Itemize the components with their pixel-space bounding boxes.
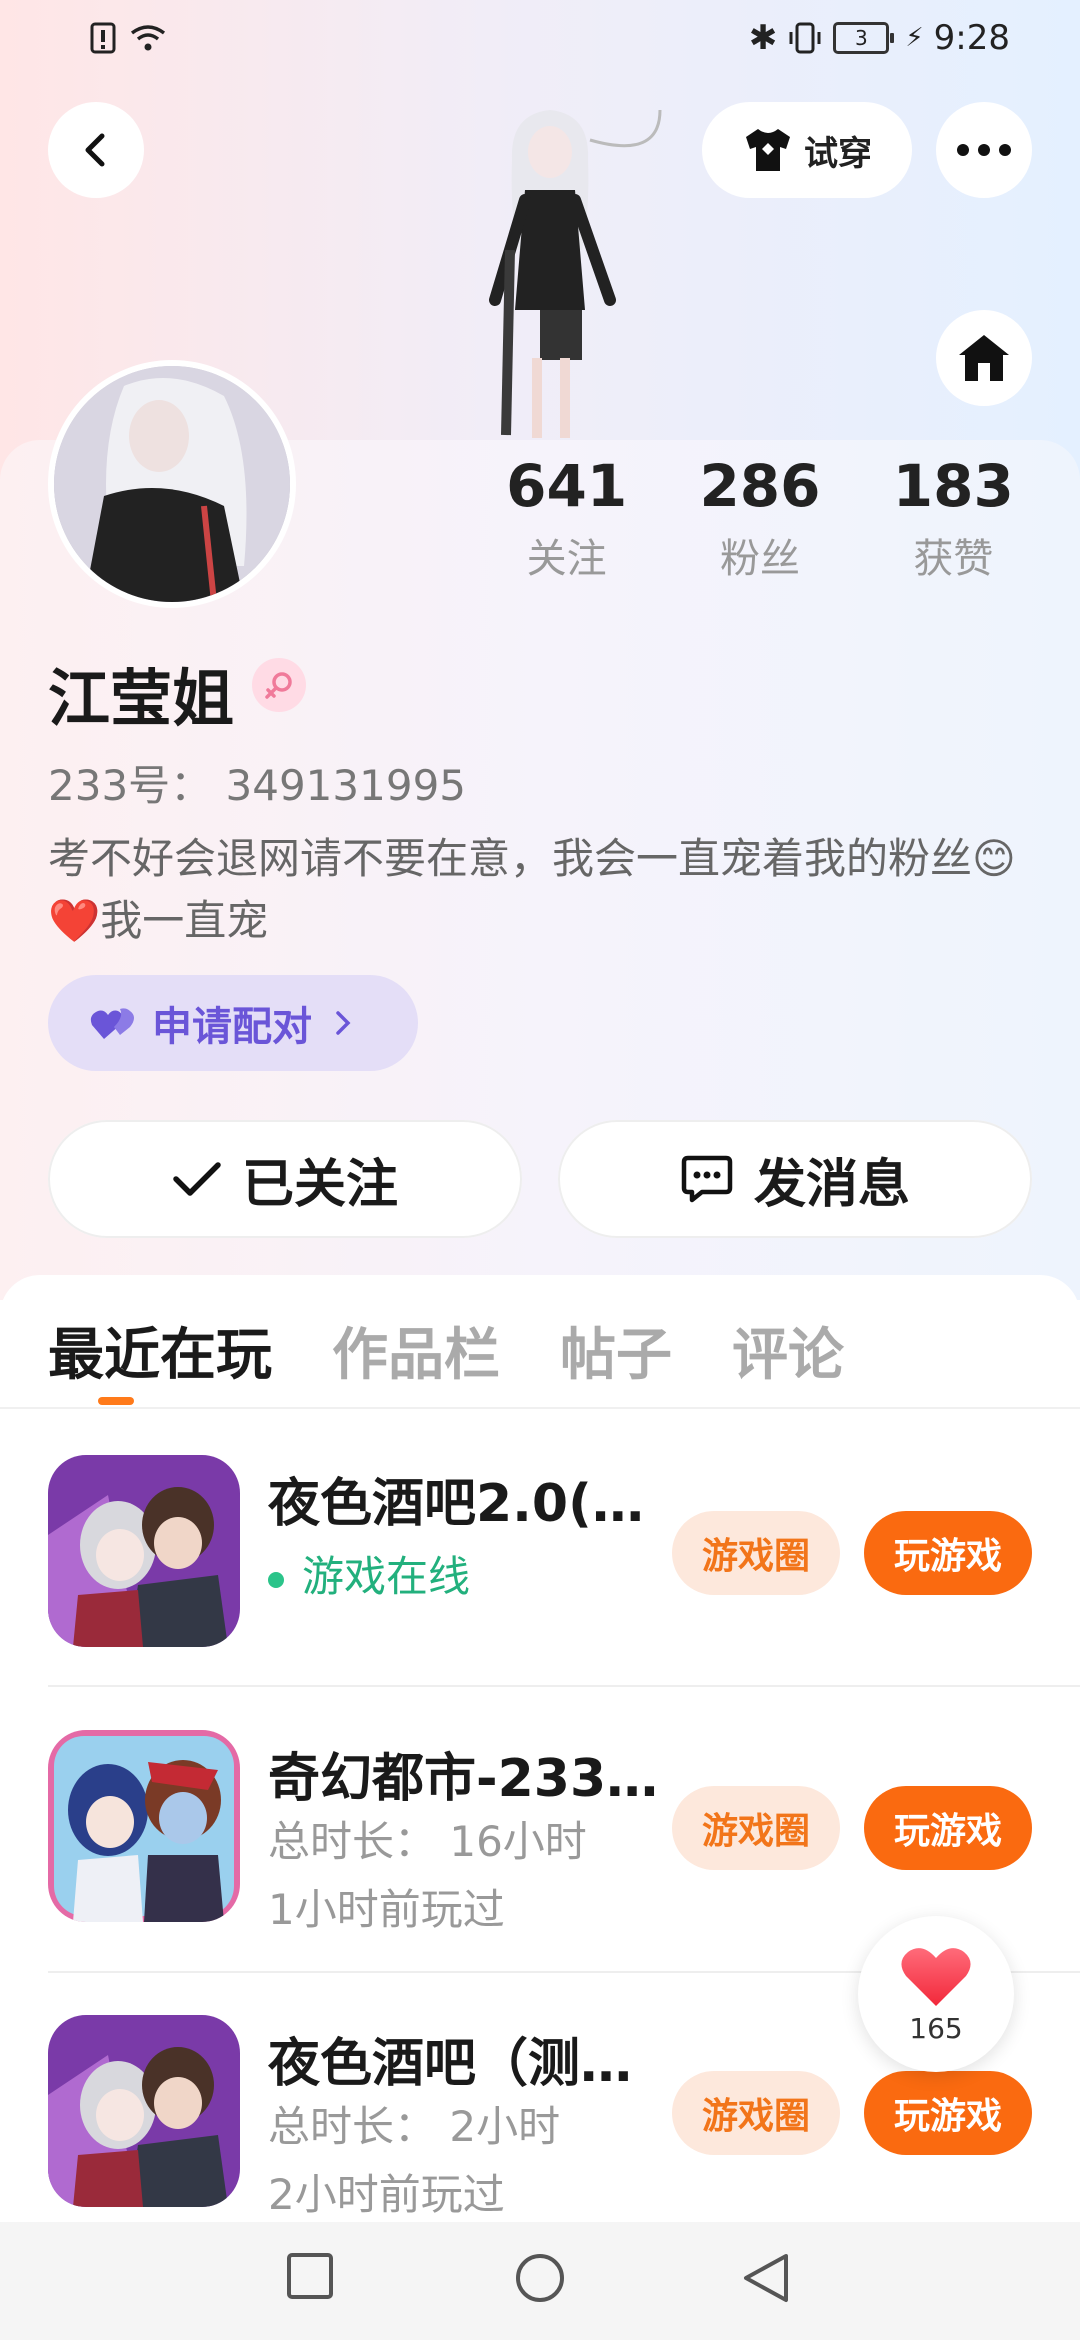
followed-button[interactable]: 已关注 <box>48 1120 522 1238</box>
stat-label: 粉丝 <box>719 536 800 582</box>
send-message-button[interactable]: 发消息 <box>558 1120 1032 1238</box>
chat-bubble-icon <box>681 1155 733 1203</box>
try-on-button[interactable]: 试穿 <box>702 102 912 198</box>
stat-followers[interactable]: 286 粉丝 <box>663 452 856 584</box>
status-bar: ✱ 3 ⚡ 9:28 <box>0 0 1080 90</box>
anime-girls-icon <box>48 1730 240 1922</box>
game-playtime: 总时长： 16小时 <box>268 1817 587 1866</box>
game-online-status: 游戏在线 <box>268 1543 470 1604</box>
nickname: 江莹姐 <box>48 662 235 735</box>
tab-recently-played[interactable]: 最近在玩 <box>48 1310 272 1391</box>
game-circle-button[interactable]: 游戏圈 <box>672 1786 840 1870</box>
back-button[interactable] <box>48 102 144 198</box>
system-navigation-bar <box>0 2222 1080 2340</box>
character-figure <box>489 109 662 438</box>
tab-divider <box>0 1407 1080 1409</box>
game-circle-button[interactable]: 游戏圈 <box>672 2071 840 2155</box>
wifi-icon <box>130 25 166 51</box>
content-panel: 最近在玩 作品栏 帖子 评论 夜色酒吧2.0(… 游戏在线 游戏圈 玩游戏 奇幻… <box>0 1275 1080 2345</box>
triangle-back-icon <box>744 2254 788 2302</box>
back-nav-button[interactable] <box>742 2252 790 2308</box>
active-tab-indicator <box>98 1397 134 1405</box>
stat-following[interactable]: 641 关注 <box>470 452 663 584</box>
home-nav-button[interactable] <box>514 2252 566 2308</box>
tab-posts[interactable]: 帖子 <box>560 1310 672 1391</box>
like-button[interactable]: 165 <box>858 1916 1014 2072</box>
back-arrow-icon <box>85 133 105 167</box>
try-on-label: 试穿 <box>804 133 872 174</box>
house-icon <box>959 335 1009 381</box>
sim-alert-icon <box>90 22 116 54</box>
game-name: 夜色酒吧2.0(… <box>268 1474 644 1534</box>
stat-value: 286 <box>699 452 821 520</box>
game-name: 夜色酒吧（测… <box>268 2034 633 2094</box>
clock: 9:28 <box>933 18 1010 58</box>
game-circle-button[interactable]: 游戏圈 <box>672 1511 840 1595</box>
game-playtime: 总时长： 2小时 <box>268 2102 561 2151</box>
row-divider <box>48 1685 1080 1687</box>
user-id: 233号： 349131995 <box>48 761 467 810</box>
square-icon <box>287 2253 333 2299</box>
charging-icon: ⚡ <box>905 23 924 53</box>
anime-duo-icon <box>48 2015 240 2207</box>
home-space-button[interactable] <box>936 310 1032 406</box>
chevron-right-icon <box>336 1011 351 1035</box>
more-dots-icon <box>957 144 1011 156</box>
stat-likes[interactable]: 183 获赞 <box>857 452 1050 584</box>
online-dot-icon <box>268 1571 284 1588</box>
anime-duo-icon <box>48 1455 240 1647</box>
game-last-played: 2小时前玩过 <box>268 2170 505 2219</box>
like-count: 165 <box>909 2011 963 2045</box>
pair-label: 申请配对 <box>152 1004 312 1050</box>
status-left <box>90 22 166 54</box>
play-game-button[interactable]: 玩游戏 <box>864 2071 1032 2155</box>
stat-value: 183 <box>892 452 1014 520</box>
double-heart-icon <box>90 1008 134 1039</box>
follow-label: 已关注 <box>241 1154 398 1215</box>
play-game-button[interactable]: 玩游戏 <box>864 1786 1032 1870</box>
online-label: 游戏在线 <box>302 1552 471 1601</box>
game-row[interactable]: 夜色酒吧2.0(… 游戏在线 游戏圈 玩游戏 <box>48 1415 1080 1695</box>
stat-label: 关注 <box>526 536 607 582</box>
vibrate-icon <box>789 22 821 54</box>
heart-icon <box>901 1947 971 2006</box>
female-gender-icon <box>252 658 306 712</box>
tab-works[interactable]: 作品栏 <box>332 1310 500 1391</box>
recents-button[interactable] <box>286 2252 334 2304</box>
avatar[interactable] <box>48 360 296 608</box>
request-pairing-button[interactable]: 申请配对 <box>48 975 418 1071</box>
bluetooth-icon: ✱ <box>748 18 778 58</box>
status-right: ✱ 3 ⚡ 9:28 <box>749 18 1010 58</box>
message-label: 发消息 <box>753 1154 910 1215</box>
circle-icon <box>516 2254 564 2302</box>
battery-icon: 3 <box>833 22 895 54</box>
profile-stats: 641 关注 286 粉丝 183 获赞 <box>470 452 1050 584</box>
tshirt-icon <box>746 129 790 171</box>
tab-comments[interactable]: 评论 <box>732 1310 844 1391</box>
game-last-played: 1小时前玩过 <box>268 1885 505 1934</box>
stat-value: 641 <box>506 452 628 520</box>
checkmark-icon <box>173 1162 221 1196</box>
game-name: 奇幻都市-233… <box>268 1749 659 1809</box>
avatar-character-image <box>54 366 290 602</box>
tab-bar: 最近在玩 作品栏 帖子 评论 <box>48 1310 844 1391</box>
play-game-button[interactable]: 玩游戏 <box>864 1511 1032 1595</box>
more-options-button[interactable] <box>936 102 1032 198</box>
stat-label: 获赞 <box>913 536 994 582</box>
bio: 考不好会退网请不要在意，我会一直宠着我的粉丝😊❤️我一直宠 <box>48 834 1016 945</box>
